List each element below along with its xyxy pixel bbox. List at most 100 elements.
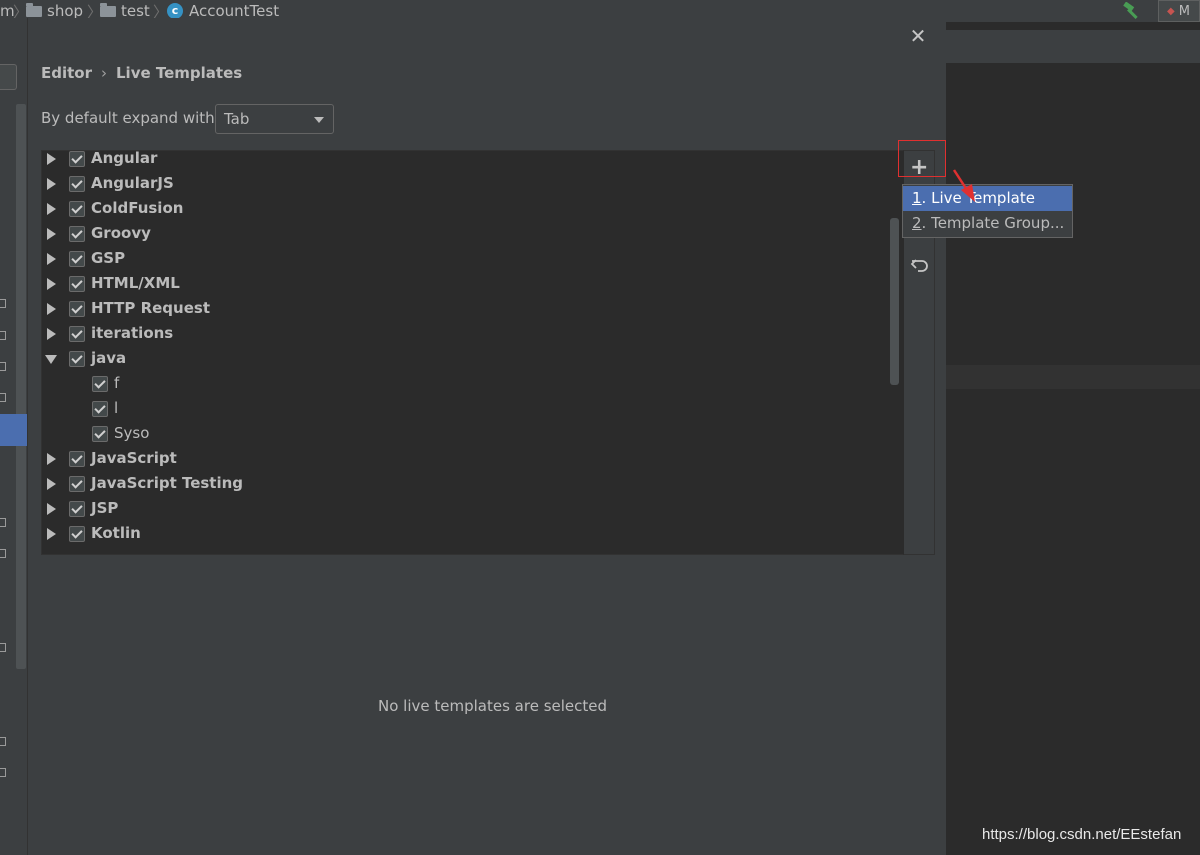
tree-template-row[interactable]: l xyxy=(42,397,892,422)
tree-group-row[interactable]: ColdFusion xyxy=(42,197,892,222)
popup-item-template-group[interactable]: 2. Template Group... xyxy=(903,211,1072,236)
page-icon xyxy=(0,362,6,371)
page-icon xyxy=(0,768,6,777)
expand-arrow-right-icon[interactable] xyxy=(47,228,56,240)
folder-icon xyxy=(26,2,42,17)
close-icon[interactable]: ✕ xyxy=(909,26,927,46)
sidebar-selected-item[interactable] xyxy=(0,414,27,446)
undo-icon[interactable] xyxy=(910,255,930,275)
page-icon xyxy=(0,299,6,308)
tree-row-label: Angular xyxy=(91,150,158,167)
editor-area xyxy=(946,22,1200,855)
tree-row-label: ColdFusion xyxy=(91,199,184,217)
tree-row-label: iterations xyxy=(91,324,174,342)
template-checkbox[interactable] xyxy=(69,151,85,167)
expand-arrow-right-icon[interactable] xyxy=(47,253,56,265)
expand-arrow-right-icon[interactable] xyxy=(47,178,56,190)
tree-group-row[interactable]: HTTP Request xyxy=(42,297,892,322)
tree-group-row[interactable]: java xyxy=(42,347,892,372)
expand-arrow-right-icon[interactable] xyxy=(47,153,56,165)
tree-group-row[interactable]: Kotlin xyxy=(42,522,892,547)
add-popup-menu: 1. Live Template 2. Template Group... xyxy=(902,184,1073,238)
tree-row-label: JSP xyxy=(91,499,119,517)
run-config-label: M xyxy=(1178,3,1190,19)
tree-group-row[interactable]: JavaScript xyxy=(42,447,892,472)
template-checkbox[interactable] xyxy=(92,426,108,442)
template-checkbox[interactable] xyxy=(69,451,85,467)
tree-row-label: Kotlin xyxy=(91,524,141,542)
page-icon xyxy=(0,518,6,527)
tree-row-label: Syso xyxy=(114,424,150,442)
expand-arrow-right-icon[interactable] xyxy=(47,303,56,315)
popup-item-live-template[interactable]: 1. Live Template xyxy=(903,186,1072,211)
sidebar-scrollbar[interactable] xyxy=(16,104,26,669)
template-checkbox[interactable] xyxy=(69,476,85,492)
breadcrumb-editor[interactable]: Editor xyxy=(41,64,92,82)
breadcrumb-arrow-icon: › xyxy=(101,64,107,82)
tree-row-label: java xyxy=(91,349,127,367)
popup-item-label: . Template Group... xyxy=(921,214,1065,232)
expand-arrow-right-icon[interactable] xyxy=(47,478,56,490)
settings-sidebar xyxy=(0,18,28,855)
editor-tabs-strip xyxy=(946,30,1200,63)
page-icon xyxy=(0,643,6,652)
template-checkbox[interactable] xyxy=(92,401,108,417)
java-class-icon: c xyxy=(167,3,183,19)
template-checkbox[interactable] xyxy=(69,276,85,292)
folder-icon xyxy=(100,2,116,17)
empty-selection-message: No live templates are selected xyxy=(378,697,608,715)
build-hammer-icon[interactable] xyxy=(1121,2,1143,20)
tree-group-row[interactable]: Angular xyxy=(42,150,892,172)
tree-row-label: f xyxy=(114,374,120,392)
settings-dialog: ✕ Editor › Live Templates By default expan… xyxy=(0,18,1073,855)
tree-row-label: AngularJS xyxy=(91,174,174,192)
tree-row-label: JavaScript xyxy=(91,449,177,467)
annotation-arrow-icon xyxy=(952,169,975,202)
run-configuration-selector[interactable]: ◆ M xyxy=(1158,0,1200,22)
page-icon xyxy=(0,331,6,340)
template-checkbox[interactable] xyxy=(69,226,85,242)
breadcrumb-live-templates: Live Templates xyxy=(116,64,243,82)
tree-group-row[interactable]: JavaScript Testing xyxy=(42,472,892,497)
tree-scrollbar[interactable] xyxy=(890,218,899,385)
expand-with-value: Tab xyxy=(224,110,250,128)
tree-group-row[interactable]: GSP xyxy=(42,247,892,272)
tree-template-row[interactable]: f xyxy=(42,372,892,397)
expand-arrow-right-icon[interactable] xyxy=(47,528,56,540)
tree-group-row[interactable]: Groovy xyxy=(42,222,892,247)
template-checkbox[interactable] xyxy=(92,376,108,392)
tree-row-label: JavaScript Testing xyxy=(91,474,244,492)
template-checkbox[interactable] xyxy=(69,501,85,517)
tree-group-row[interactable]: JSP xyxy=(42,497,892,522)
expand-arrow-right-icon[interactable] xyxy=(47,203,56,215)
tree-row-label: HTTP Request xyxy=(91,299,210,317)
template-checkbox[interactable] xyxy=(69,251,85,267)
template-checkbox[interactable] xyxy=(69,201,85,217)
settings-breadcrumb: Editor › Live Templates xyxy=(41,64,242,82)
expand-arrow-right-icon[interactable] xyxy=(47,503,56,515)
settings-search-input[interactable] xyxy=(0,64,17,90)
run-config-icon: ◆ xyxy=(1167,5,1175,17)
tree-group-row[interactable]: HTML/XML xyxy=(42,272,892,297)
tree-group-row[interactable]: iterations xyxy=(42,322,892,347)
tree-group-row[interactable]: AngularJS xyxy=(42,172,892,197)
expand-arrow-down-icon[interactable] xyxy=(45,355,57,364)
page-icon xyxy=(0,393,6,402)
expand-with-label: By default expand with xyxy=(41,109,215,127)
tree-row-label: GSP xyxy=(91,249,126,267)
tree-template-row[interactable]: Syso xyxy=(42,422,892,447)
expand-with-select[interactable]: Tab xyxy=(215,104,334,134)
template-checkbox[interactable] xyxy=(69,351,85,367)
editor-current-line xyxy=(946,365,1200,389)
popup-item-mnemonic: 2 xyxy=(912,214,922,232)
chevron-down-icon xyxy=(314,117,324,123)
template-checkbox[interactable] xyxy=(69,301,85,317)
expand-arrow-right-icon[interactable] xyxy=(47,453,56,465)
template-checkbox[interactable] xyxy=(69,326,85,342)
templates-tree[interactable]: Angular AngularJS ColdFusion Groovy GSP HTML/… xyxy=(41,150,904,555)
tree-row-label: Groovy xyxy=(91,224,151,242)
expand-arrow-right-icon[interactable] xyxy=(47,278,56,290)
expand-arrow-right-icon[interactable] xyxy=(47,328,56,340)
template-checkbox[interactable] xyxy=(69,176,85,192)
template-checkbox[interactable] xyxy=(69,526,85,542)
